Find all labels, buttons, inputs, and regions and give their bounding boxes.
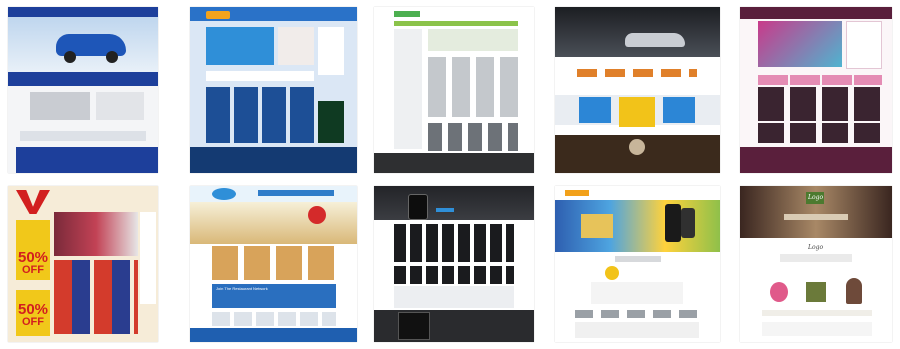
sidebar (140, 212, 156, 304)
heading (615, 256, 661, 262)
footer (190, 328, 357, 342)
sale-off: OFF (22, 316, 44, 328)
header (740, 7, 892, 19)
menu-thumbnails (212, 246, 336, 280)
phone-grid (394, 266, 514, 284)
buy-button (436, 208, 454, 212)
features-area (591, 282, 683, 304)
promo-banner (206, 27, 274, 65)
brand-logo-v (16, 190, 50, 214)
product-grid (428, 57, 518, 117)
product-grid (206, 87, 314, 143)
nav-tabs (258, 190, 334, 196)
footer (575, 322, 699, 338)
thumbnail-blue-portal[interactable] (190, 7, 357, 173)
news-list (96, 92, 144, 120)
text-block (762, 310, 872, 316)
gallery-row (758, 87, 882, 121)
logo (212, 188, 236, 200)
feature-box (579, 97, 611, 123)
wheel-icon (64, 51, 76, 63)
phone-image (408, 194, 428, 220)
feature-box (619, 97, 655, 127)
partner-logos (212, 312, 336, 326)
hero-banner (555, 200, 720, 252)
footer (374, 153, 534, 173)
avatar (629, 139, 645, 155)
text-block (394, 286, 514, 308)
thumbnail-beauty-salon[interactable] (740, 7, 892, 173)
phone-image (681, 208, 695, 238)
logo (206, 11, 230, 19)
car-image (625, 33, 685, 47)
tomato-icon (308, 206, 326, 224)
phone-grid (394, 224, 514, 262)
promo-box (581, 214, 613, 238)
brand-logos (577, 69, 697, 77)
stock-widget (318, 101, 344, 143)
thumbnail-mobile-store[interactable] (374, 186, 534, 342)
person-image (278, 27, 314, 65)
banner (428, 29, 518, 51)
sale-percent: 50% (18, 301, 49, 318)
flower-image (770, 282, 788, 302)
brand-logos (20, 131, 146, 141)
nav-bar (394, 21, 518, 26)
signup-heading: Join The Restaurant Network (216, 286, 268, 291)
herbs-image (806, 282, 826, 302)
top-bar (8, 7, 158, 17)
featured-car (30, 92, 90, 120)
hero-banner (555, 7, 720, 57)
person-image (846, 278, 862, 304)
banner-text (784, 214, 848, 220)
footer (762, 322, 872, 336)
category-sidebar (394, 29, 422, 149)
hero-food-image (190, 202, 357, 244)
thumbnail-dark-car[interactable] (555, 7, 720, 173)
footer (190, 147, 357, 173)
partner-logos (575, 310, 699, 318)
sale-percent: 50% (18, 249, 49, 266)
camera-grid (428, 123, 518, 151)
hero-image (758, 21, 842, 67)
thumbnail-car-dealer[interactable] (8, 7, 158, 173)
hero-banner (54, 212, 138, 256)
feature-box (663, 97, 695, 123)
thumbnail-spa[interactable]: Logo Logo (740, 186, 892, 342)
spa-logo: Logo (808, 244, 824, 251)
thumbnail-electronics-shop[interactable] (374, 7, 534, 173)
thumbnail-fashion-sale[interactable]: 50% OFF 50% OFF (8, 186, 158, 342)
spa-logo: Logo (808, 194, 824, 201)
gallery-row (758, 123, 882, 143)
sale-off: OFF (22, 264, 44, 276)
phone-image (665, 204, 681, 242)
search-bar (8, 72, 158, 86)
logo (565, 190, 589, 196)
heading (780, 254, 852, 262)
login-form (846, 21, 882, 69)
text-block (206, 71, 314, 81)
footer (16, 147, 158, 173)
product-grid (54, 260, 138, 334)
footer-phone (398, 312, 430, 340)
thumbnail-restaurant[interactable]: Join The Restaurant Network (190, 186, 357, 342)
wheel-icon (106, 51, 118, 63)
tabs (758, 75, 882, 85)
sidebar (318, 27, 344, 75)
thumbnail-app-showcase[interactable] (555, 186, 720, 342)
footer (740, 147, 892, 173)
hero-banner (374, 186, 534, 220)
feature-icon (605, 266, 619, 280)
logo (394, 11, 420, 17)
